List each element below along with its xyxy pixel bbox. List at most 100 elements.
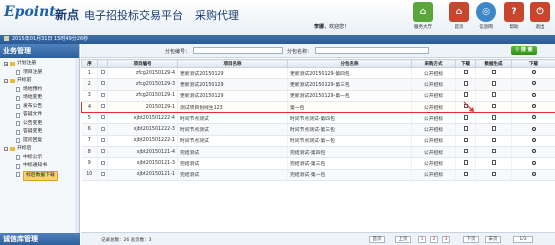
expand-toggle-icon[interactable]: - — [4, 147, 8, 152]
sidebar-item[interactable]: 提问回复 — [0, 137, 80, 146]
sidebar-item[interactable]: 发布公告 — [0, 103, 80, 112]
last-page-button[interactable]: 末页 — [485, 236, 501, 243]
table-row[interactable]: 2 zfcg20150129-3 更新测试20150129 更新测试201501… — [81, 78, 555, 91]
download-doc-icon[interactable] — [463, 137, 468, 143]
cell-view[interactable] — [511, 135, 555, 148]
magnifier-icon[interactable] — [531, 81, 536, 86]
table-row[interactable]: 4 20150129-1 测试项目划线生123 第一包 公开招标 — [81, 100, 555, 114]
download-doc-icon[interactable] — [463, 148, 468, 154]
table-row[interactable]: 1 zfcg20150129-4 更新测试20150129 更新测试201501… — [81, 67, 555, 80]
sidebar-item[interactable]: 场地预约 — [0, 86, 80, 95]
cell-download[interactable] — [455, 123, 476, 136]
expand-toggle-icon[interactable]: - — [4, 79, 8, 84]
cell-download[interactable] — [455, 146, 476, 159]
cell-generate[interactable] — [475, 67, 512, 80]
cell-view[interactable] — [511, 78, 555, 91]
download-doc-icon[interactable] — [463, 160, 468, 165]
expand-toggle-icon[interactable]: + — [4, 62, 8, 67]
home-button[interactable]: ⌂ 首页 — [447, 2, 471, 34]
cell-generate[interactable] — [475, 100, 512, 114]
cell-generate[interactable] — [475, 112, 512, 125]
generate-doc-icon[interactable] — [491, 126, 496, 131]
cell-check[interactable] — [97, 135, 108, 148]
table-row[interactable]: 7 xjbt201501222-1 时间节点测试 时间节点测试-第一包 公开招标 — [81, 135, 555, 148]
generate-doc-icon[interactable] — [491, 69, 496, 75]
row-checkbox[interactable] — [100, 81, 105, 86]
download-doc-icon[interactable] — [463, 81, 468, 86]
col-header-package-name[interactable]: 分包名称 — [287, 59, 412, 68]
cell-view[interactable] — [511, 157, 555, 170]
cell-view[interactable] — [511, 90, 555, 102]
cell-download[interactable] — [455, 67, 476, 80]
sidebar-item[interactable]: 标后数据下载 — [0, 170, 80, 181]
sidebar-item[interactable]: - 开标后 — [0, 145, 80, 154]
cell-check[interactable] — [97, 112, 108, 125]
sidebar-item[interactable]: 场地变更 — [0, 94, 80, 103]
table-row[interactable]: 8 xjbt20150121-4 完结测试 完结测试-第四包 公开招标 — [81, 146, 555, 159]
sidebar-footer-integrity[interactable]: 诚信库管理 — [0, 233, 80, 245]
magnifier-icon[interactable] — [531, 115, 536, 120]
row-checkbox[interactable] — [100, 126, 105, 131]
table-row[interactable]: 3 zfcg20150129-1 更新测试20150129 更新测试201501… — [81, 90, 555, 102]
cell-check[interactable] — [97, 100, 108, 114]
row-checkbox[interactable] — [100, 137, 105, 142]
download-doc-icon[interactable] — [463, 171, 468, 177]
cell-download[interactable] — [455, 112, 476, 125]
cell-check[interactable] — [97, 78, 108, 91]
col-header-project-name[interactable]: 项目名称 — [177, 59, 288, 68]
row-checkbox[interactable] — [100, 115, 105, 120]
row-checkbox[interactable] — [100, 70, 105, 75]
generate-doc-icon[interactable] — [491, 81, 496, 86]
generate-doc-icon[interactable] — [491, 92, 496, 97]
package-name-input[interactable] — [315, 47, 429, 54]
magnifier-icon[interactable] — [531, 70, 536, 75]
cell-view[interactable] — [511, 100, 555, 114]
generate-doc-icon[interactable] — [491, 160, 496, 165]
cell-view[interactable] — [511, 123, 555, 136]
sidebar-item[interactable]: 答疑文件 — [0, 111, 80, 120]
generate-doc-icon[interactable] — [491, 115, 496, 120]
row-checkbox[interactable] — [100, 160, 105, 165]
magnifier-icon[interactable] — [531, 149, 536, 154]
page-2-button[interactable]: 2 — [430, 236, 438, 243]
row-checkbox[interactable] — [100, 104, 105, 109]
magnifier-icon[interactable] — [531, 137, 536, 142]
magnifier-icon[interactable] — [531, 126, 536, 131]
cell-check[interactable] — [97, 123, 108, 136]
search-button[interactable]: ⚲ 搜 索 — [511, 46, 537, 55]
generate-doc-icon[interactable] — [491, 148, 496, 154]
cell-check[interactable] — [97, 146, 108, 159]
sidebar-item[interactable]: + 计划注册 — [0, 60, 80, 69]
service-hall-button[interactable]: ⌂ 服务大厅 — [411, 2, 435, 34]
cell-view[interactable] — [511, 169, 555, 181]
cell-check[interactable] — [97, 169, 108, 181]
help-button[interactable]: ? 帮助 — [502, 2, 526, 34]
cell-generate[interactable] — [475, 146, 512, 159]
cell-generate[interactable] — [475, 123, 512, 136]
magnifier-icon[interactable] — [531, 171, 536, 176]
next-page-button[interactable]: 下页 — [463, 236, 479, 243]
generate-doc-icon[interactable] — [491, 137, 496, 143]
sidebar-item[interactable]: 中标通知书 — [0, 162, 80, 171]
row-checkbox[interactable] — [100, 149, 105, 154]
cell-generate[interactable] — [475, 169, 512, 181]
package-no-input[interactable] — [193, 47, 283, 54]
cell-download[interactable] — [455, 157, 476, 170]
page-3-button[interactable]: 3 — [442, 236, 450, 243]
table-row[interactable]: 5 xjbt201501222-4 时间节点测试 时间节点测试-第四包 公开招标 — [81, 112, 555, 125]
col-header-project-code[interactable]: 项目编号 — [107, 59, 178, 68]
cell-view[interactable] — [511, 67, 555, 80]
download-doc-icon[interactable] — [463, 115, 468, 120]
generate-doc-icon[interactable] — [491, 103, 496, 109]
logout-button[interactable]: ⏻ 退出 — [528, 2, 552, 34]
cell-view[interactable] — [511, 112, 555, 125]
prev-page-button[interactable]: 上页 — [395, 236, 411, 243]
cell-download[interactable] — [455, 135, 476, 148]
magnifier-icon[interactable] — [531, 160, 536, 165]
cell-view[interactable] — [511, 146, 555, 159]
cell-check[interactable] — [97, 90, 108, 102]
cell-check[interactable] — [97, 157, 108, 170]
sidebar-item[interactable]: 答疑变更 — [0, 128, 80, 137]
cell-download[interactable] — [455, 169, 476, 181]
sidebar-item[interactable]: 项目注册 — [0, 69, 80, 78]
